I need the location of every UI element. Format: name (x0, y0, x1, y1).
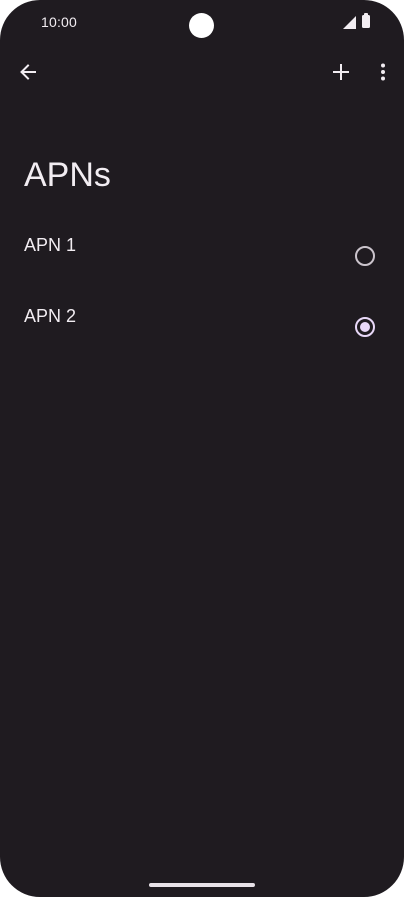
add-icon (333, 64, 349, 80)
toolbar (0, 48, 404, 96)
apn-list-item[interactable]: APN 2 (0, 291, 404, 361)
more-options-button[interactable] (363, 52, 403, 92)
apn-list-item[interactable]: APN 1 (0, 220, 404, 290)
phone-screen: 10:00 APNs APN 1 APN 2 (0, 0, 404, 897)
apn-radio-button[interactable] (355, 246, 375, 266)
add-apn-button[interactable] (321, 52, 361, 92)
apn-label: APN 2 (24, 306, 77, 326)
home-indicator[interactable] (149, 883, 255, 887)
page-title: APNs (24, 156, 111, 194)
arrow-back-icon (20, 64, 36, 80)
signal-icon (343, 16, 356, 29)
status-time: 10:00 (41, 14, 78, 30)
camera-cutout (189, 13, 214, 38)
back-button[interactable] (8, 52, 48, 92)
apn-label: APN 1 (24, 235, 77, 255)
apn-radio-button-selected[interactable] (355, 317, 375, 337)
more-vert-icon (381, 63, 385, 81)
battery-icon (362, 13, 370, 28)
status-bar: 10:00 (0, 0, 404, 48)
